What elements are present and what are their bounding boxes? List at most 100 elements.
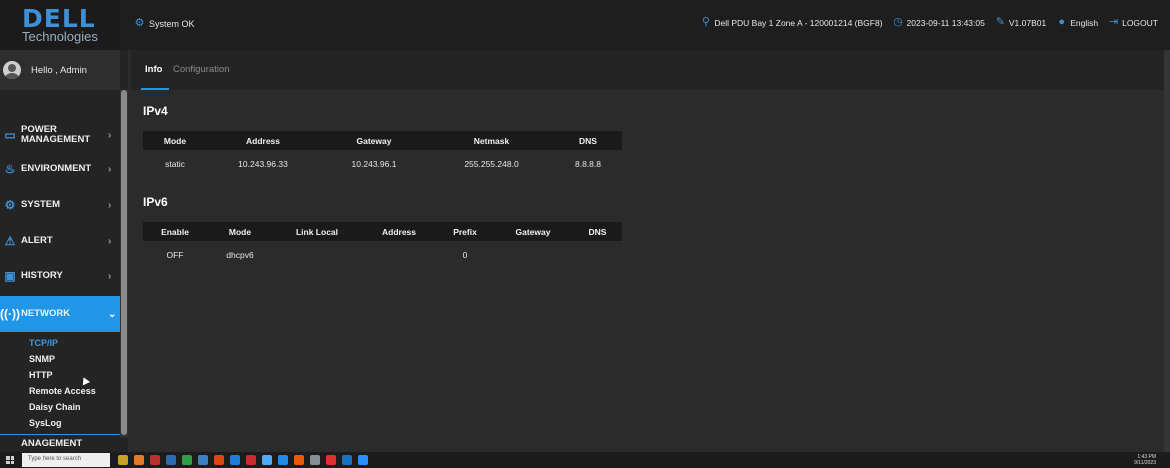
header-info: ⚲ Dell PDU Bay 1 Zone A - 120001214 (BGF…: [700, 17, 1158, 28]
environment-icon: ♨: [4, 162, 16, 176]
chevron-right-icon: ›: [108, 270, 112, 282]
app-icon[interactable]: [214, 455, 224, 465]
app-icon[interactable]: [294, 455, 304, 465]
user-greeting: Hello , Admin: [0, 50, 120, 90]
page-scrollbar[interactable]: [1164, 50, 1170, 452]
datetime-text: 2023-09-11 13:43:05: [906, 17, 985, 28]
app-icon[interactable]: [230, 455, 240, 465]
app-icon[interactable]: [198, 455, 208, 465]
avatar[interactable]: [3, 61, 21, 79]
column-header: Mode: [163, 135, 187, 146]
tab-configuration[interactable]: Configuration: [173, 64, 230, 75]
tab-info[interactable]: Info: [145, 64, 162, 75]
system-status-text: System OK: [149, 18, 195, 29]
column-header: Link Local: [295, 226, 339, 237]
location-pin-icon: ⚲: [701, 16, 710, 28]
subitem-daisy-chain[interactable]: Daisy Chain: [29, 402, 81, 412]
top-bar: DELL Technologies ⚙ System OK ⚲ Dell PDU…: [0, 0, 1170, 50]
ipv6-table: Enable Mode Link Local Address Prefix Ga…: [143, 222, 622, 268]
subitem-snmp[interactable]: SNMP: [29, 354, 55, 364]
sidebar-item-alert[interactable]: ⚠ ALERT ›: [0, 223, 120, 259]
app-icon[interactable]: [326, 455, 336, 465]
datetime-info: ◷ 2023-09-11 13:43:05: [893, 17, 985, 28]
chevron-right-icon: ›: [108, 163, 112, 175]
column-header: Prefix: [453, 226, 477, 237]
language-selector[interactable]: ● English: [1056, 17, 1098, 28]
dell-logo[interactable]: DELL Technologies: [0, 0, 120, 50]
column-header: Mode: [228, 226, 252, 237]
sidebar-item-partial[interactable]: ANAGEMENT: [0, 434, 120, 452]
edit-icon: ✎: [995, 16, 1005, 28]
ipv6-title: IPv6: [143, 195, 168, 209]
table-cell: OFF: [166, 249, 184, 260]
table-cell: [361, 241, 437, 268]
logo-brand-sub: Technologies: [22, 29, 98, 44]
tray-date: 9/11/2023: [1134, 460, 1156, 466]
table-header-row: Mode Address Gateway Netmask DNS: [143, 131, 622, 150]
ipv4-title: IPv4: [143, 104, 168, 118]
table-row: static 10.243.96.33 10.243.96.1 255.255.…: [143, 150, 622, 177]
language-text: English: [1070, 17, 1099, 28]
greeting-text: Hello , Admin: [31, 64, 87, 76]
tab-bar: Info Configuration: [131, 50, 1170, 90]
table-header-row: Enable Mode Link Local Address Prefix Ga…: [143, 222, 622, 241]
main-content: Info Configuration IPv4 Mode Address Gat…: [131, 50, 1170, 452]
sidebar-item-label: SYSTEM: [21, 199, 61, 210]
sidebar-item-label: ALERT: [21, 235, 53, 246]
sidebar-item-label: ENVIRONMENT: [21, 163, 92, 174]
sidebar-item-power-management[interactable]: ▭ POWER MANAGEMENT ›: [0, 117, 120, 153]
app-window: DELL Technologies ⚙ System OK ⚲ Dell PDU…: [0, 0, 1170, 468]
chevron-right-icon: ›: [108, 129, 112, 141]
subitem-remote-access[interactable]: Remote Access: [29, 386, 96, 396]
app-icon[interactable]: [134, 455, 144, 465]
zoom-icon[interactable]: [358, 455, 368, 465]
sidebar-item-label: ANAGEMENT: [21, 437, 83, 449]
sidebar-item-label: POWER MANAGEMENT: [21, 124, 91, 145]
column-header: Address: [381, 226, 416, 237]
chevron-right-icon: ›: [108, 199, 112, 211]
sidebar-item-label: NETWORK: [21, 308, 71, 319]
logout-label: LOGOUT: [1122, 17, 1158, 28]
gear-icon: ⚙: [4, 198, 16, 212]
clock-icon: ◷: [893, 16, 903, 28]
ipv4-table: Mode Address Gateway Netmask DNS static …: [143, 131, 622, 177]
app-icon[interactable]: [278, 455, 288, 465]
sidebar-item-network[interactable]: ((·)) NETWORK ⌄: [0, 296, 120, 332]
app-icon[interactable]: [262, 455, 272, 465]
app-icon[interactable]: [166, 455, 176, 465]
logout-button[interactable]: ⇥ LOGOUT: [1108, 17, 1158, 28]
system-status-icon: ⚙: [134, 17, 145, 29]
globe-icon: ●: [1058, 16, 1066, 28]
mouse-cursor-icon: [79, 375, 91, 386]
sidebar: Hello , Admin ▭ POWER MANAGEMENT › ♨ ENV…: [0, 50, 128, 452]
sidebar-item-environment[interactable]: ♨ ENVIRONMENT ›: [0, 151, 120, 187]
windows-start-icon[interactable]: [6, 456, 14, 464]
table-cell: 0: [462, 249, 468, 260]
history-icon: ▣: [4, 269, 16, 283]
power-management-icon: ▭: [4, 128, 16, 142]
taskbar-search-input[interactable]: Type here to search: [22, 453, 110, 467]
column-header: DNS: [588, 226, 607, 237]
network-icon: ((·)): [0, 307, 20, 321]
logout-icon: ⇥: [1108, 16, 1119, 28]
subitem-syslog[interactable]: SysLog: [29, 418, 62, 428]
file-explorer-icon[interactable]: [118, 455, 128, 465]
app-icon[interactable]: [150, 455, 160, 465]
chevron-right-icon: ›: [108, 235, 112, 247]
column-header: Address: [245, 135, 280, 146]
sidebar-scroll-thumb[interactable]: [121, 90, 127, 435]
system-tray-clock[interactable]: 1:43 PM 9/11/2023: [1134, 454, 1156, 466]
sidebar-item-system[interactable]: ⚙ SYSTEM ›: [0, 187, 120, 223]
sidebar-scrollbar[interactable]: [120, 90, 128, 437]
app-icon[interactable]: [342, 455, 352, 465]
table-cell: [493, 241, 573, 268]
windows-taskbar: Type here to search 1:43 PM 9/11/2023: [0, 452, 1170, 468]
subitem-tcp-ip[interactable]: TCP/IP: [29, 338, 58, 348]
taskbar-app-icons: [118, 455, 368, 465]
sidebar-item-history[interactable]: ▣ HISTORY ›: [0, 258, 120, 294]
app-icon[interactable]: [246, 455, 256, 465]
app-icon[interactable]: [310, 455, 320, 465]
version-info: ✎ V1.07B01: [995, 17, 1046, 28]
app-icon[interactable]: [182, 455, 192, 465]
subitem-http[interactable]: HTTP: [29, 370, 53, 380]
